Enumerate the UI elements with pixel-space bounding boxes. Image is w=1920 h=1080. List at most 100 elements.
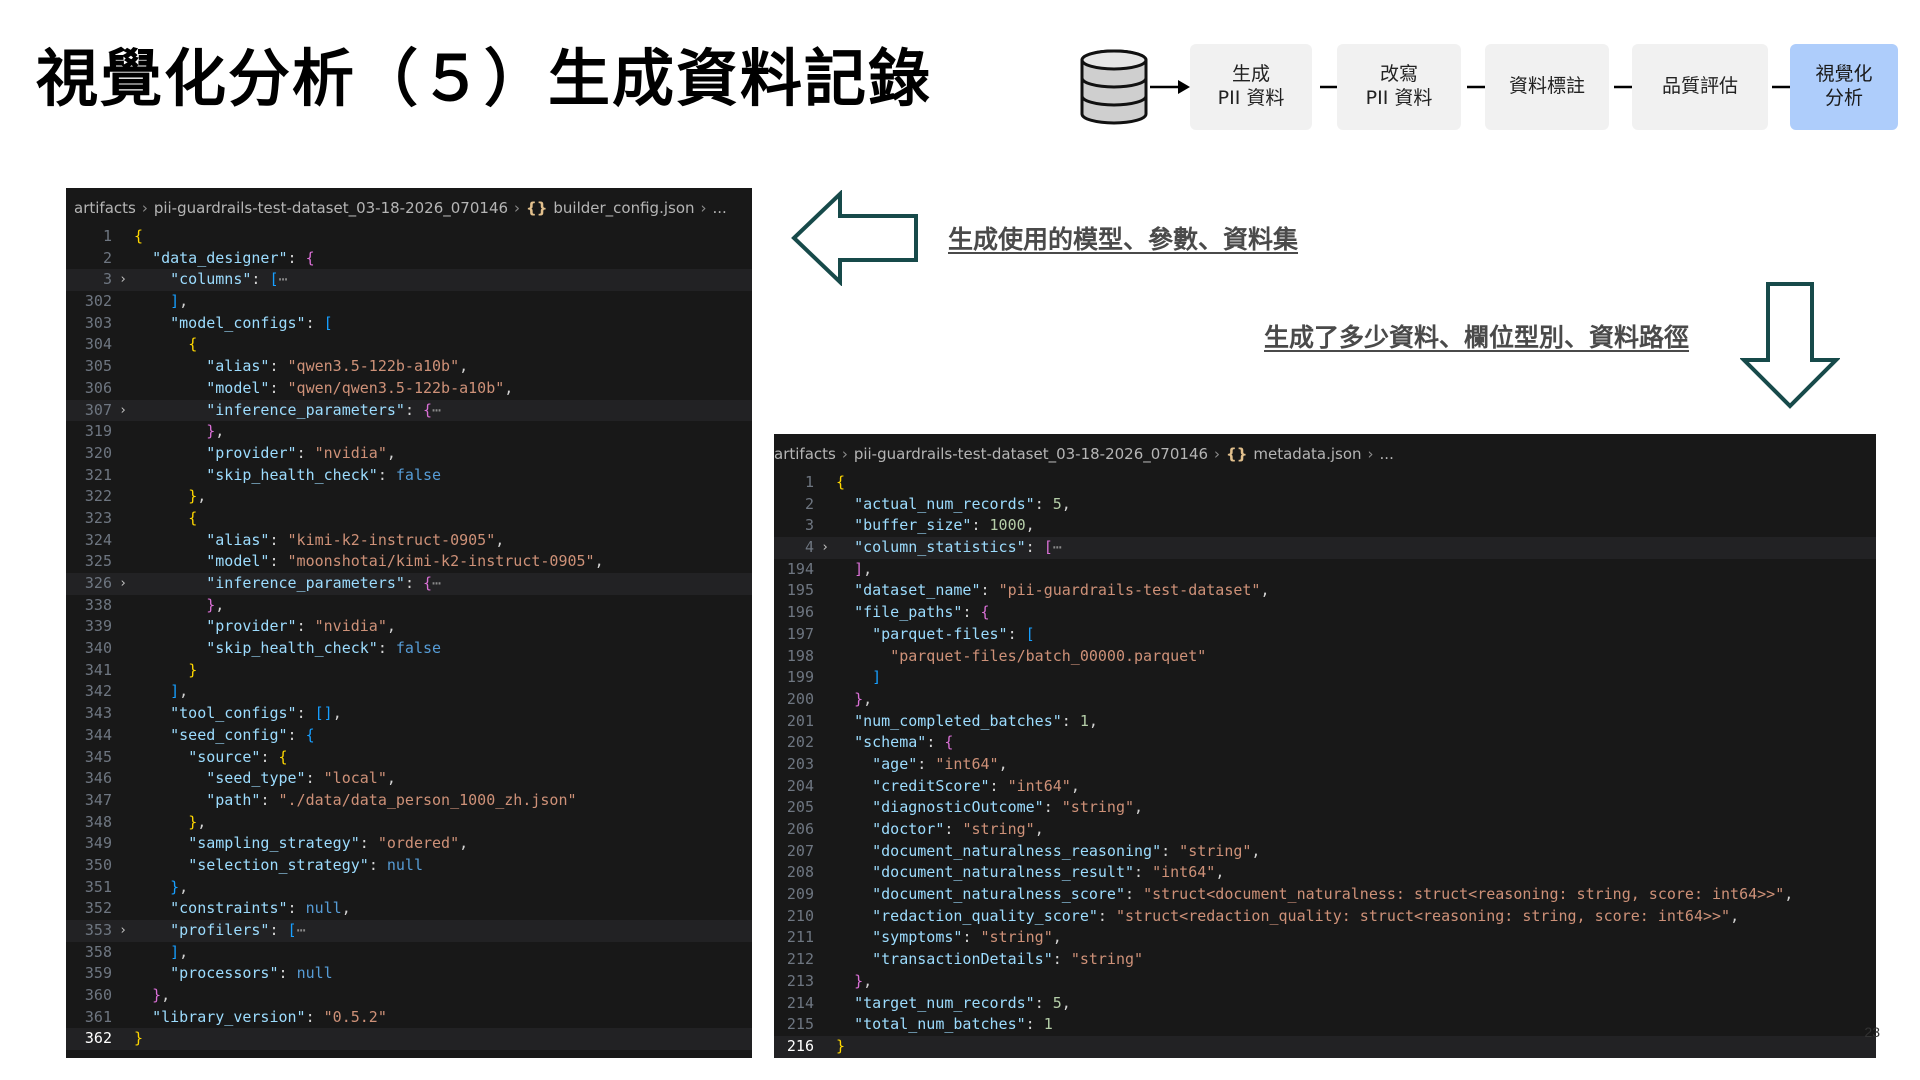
code-editor[interactable]: 1{2 "actual_num_records": 5, 3 "buffer_si… <box>774 472 1876 1058</box>
code-line[interactable]: 353 › "profilers": [⋯ <box>66 920 752 942</box>
breadcrumb-file[interactable]: builder_config.json <box>553 199 694 217</box>
code-line[interactable]: 200 }, <box>774 689 1876 711</box>
code-text: "creditScore": "int64", <box>836 776 1080 798</box>
code-line[interactable]: 344 "seed_config": { <box>66 725 752 747</box>
code-token: "qwen3.5-122b-a10b" <box>287 357 460 376</box>
code-token: 5 <box>1052 993 1062 1012</box>
code-line[interactable]: 210 "redaction_quality_score": "struct<r… <box>774 906 1876 928</box>
breadcrumb-more[interactable]: ... <box>1380 445 1394 463</box>
code-line[interactable]: 214 "target_num_records": 5, <box>774 993 1876 1015</box>
code-token: : <box>287 899 306 918</box>
code-line[interactable]: 202 "schema": { <box>774 732 1876 754</box>
code-line[interactable]: 3 › "columns": [⋯ <box>66 269 752 292</box>
code-line[interactable]: 215 "total_num_batches": 1 <box>774 1014 1876 1036</box>
code-token: "./data/data_person_1000_zh.json" <box>278 790 577 809</box>
code-line[interactable]: 358 ], <box>66 942 752 964</box>
code-line[interactable]: 359 "processors": null <box>66 963 752 985</box>
code-line[interactable]: 203 "age": "int64", <box>774 754 1876 776</box>
code-line[interactable]: 2 "actual_num_records": 5, <box>774 494 1876 516</box>
line-number: 3 <box>804 516 814 535</box>
code-line[interactable]: 343 "tool_configs": [], <box>66 703 752 725</box>
fold-chevron-icon[interactable]: › <box>112 400 134 422</box>
breadcrumb-folder[interactable]: pii-guardrails-test-dataset_03-18-2026_0… <box>154 199 508 217</box>
code-line[interactable]: 325 "model": "moonshotai/kimi-k2-instruc… <box>66 551 752 573</box>
code-line[interactable]: 324 "alias": "kimi-k2-instruct-0905", <box>66 530 752 552</box>
code-line[interactable]: 1{ <box>774 472 1876 494</box>
code-line[interactable]: 350 "selection_strategy": null <box>66 855 752 877</box>
code-line[interactable]: 319 }, <box>66 421 752 443</box>
code-line[interactable]: 1{ <box>66 226 752 248</box>
code-line[interactable]: 339 "provider": "nvidia", <box>66 616 752 638</box>
fold-gutter <box>112 616 134 638</box>
code-line[interactable]: 213 }, <box>774 971 1876 993</box>
breadcrumb-root[interactable]: artifacts <box>774 445 836 463</box>
code-line[interactable]: 338 }, <box>66 595 752 617</box>
code-line[interactable]: 342 ], <box>66 681 752 703</box>
code-line[interactable]: 207 "document_naturalness_reasoning": "s… <box>774 841 1876 863</box>
breadcrumb-root[interactable]: artifacts <box>74 199 136 217</box>
fold-gutter <box>112 1028 134 1050</box>
code-line[interactable]: 201 "num_completed_batches": 1, <box>774 711 1876 733</box>
code-line[interactable]: 323 { <box>66 508 752 530</box>
code-line[interactable]: 362} <box>66 1028 752 1051</box>
code-line[interactable]: 2 "data_designer": { <box>66 248 752 270</box>
code-line[interactable]: 303 "model_configs": [ <box>66 313 752 335</box>
code-line[interactable]: 212 "transactionDetails": "string" <box>774 949 1876 971</box>
code-token: : <box>260 790 279 809</box>
fold-chevron-icon[interactable]: › <box>112 573 134 595</box>
code-line[interactable]: 322 }, <box>66 486 752 508</box>
fold-chevron-icon[interactable]: › <box>112 920 134 942</box>
code-line[interactable]: 307 › "inference_parameters": {⋯ <box>66 399 752 422</box>
code-line[interactable]: 361 "library_version": "0.5.2" <box>66 1007 752 1029</box>
code-line[interactable]: 345 "source": { <box>66 747 752 769</box>
code-line[interactable]: 208 "document_naturalness_result": "int6… <box>774 862 1876 884</box>
code-line[interactable]: 320 "provider": "nvidia", <box>66 443 752 465</box>
code-line[interactable]: 197 "parquet-files": [ <box>774 624 1876 646</box>
fold-chevron-icon[interactable]: › <box>814 537 836 559</box>
code-token: : <box>962 928 981 947</box>
code-line[interactable]: 321 "skip_health_check": false <box>66 465 752 487</box>
code-line[interactable]: 347 "path": "./data/data_person_1000_zh.… <box>66 790 752 812</box>
code-line[interactable]: 199 ] <box>774 667 1876 689</box>
code-line[interactable]: 351 }, <box>66 877 752 899</box>
code-line[interactable]: 304 { <box>66 334 752 356</box>
code-line[interactable]: 194 ], <box>774 559 1876 581</box>
code-token: "skip_health_check" <box>206 465 378 484</box>
code-line[interactable]: 196 "file_paths": { <box>774 602 1876 624</box>
code-line[interactable]: 305 "alias": "qwen3.5-122b-a10b", <box>66 356 752 378</box>
code-token: , <box>863 971 873 990</box>
code-text: "parquet-files": [ <box>836 624 1035 646</box>
code-line[interactable]: 209 "document_naturalness_score": "struc… <box>774 884 1876 906</box>
code-line[interactable]: 198 "parquet-files/batch_00000.parquet" <box>774 646 1876 668</box>
code-line[interactable]: 302 ], <box>66 291 752 313</box>
breadcrumb-file[interactable]: metadata.json <box>1253 445 1361 463</box>
code-line[interactable]: 204 "creditScore": "int64", <box>774 776 1876 798</box>
code-line[interactable]: 346 "seed_type": "local", <box>66 768 752 790</box>
code-line[interactable]: 326 › "inference_parameters": {⋯ <box>66 573 752 595</box>
code-line[interactable]: 306 "model": "qwen/qwen3.5-122b-a10b", <box>66 378 752 400</box>
breadcrumb-folder[interactable]: pii-guardrails-test-dataset_03-18-2026_0… <box>854 445 1208 463</box>
code-line[interactable]: 352 "constraints": null, <box>66 898 752 920</box>
code-token: : <box>1052 950 1071 969</box>
code-editor[interactable]: 1{2 "data_designer": {3 › "columns": [⋯ 30… <box>66 226 752 1051</box>
fold-chevron-icon[interactable]: › <box>112 269 134 291</box>
code-line[interactable]: 340 "skip_health_check": false <box>66 638 752 660</box>
code-line[interactable]: 4 › "column_statistics": [⋯ <box>774 537 1876 559</box>
code-line[interactable]: 216} <box>774 1035 1876 1058</box>
code-line[interactable]: 348 }, <box>66 812 752 834</box>
line-number: 307 <box>84 400 112 419</box>
line-number: 351 <box>84 877 112 896</box>
code-line[interactable]: 349 "sampling_strategy": "ordered", <box>66 833 752 855</box>
code-line[interactable]: 211 "symptoms": "string", <box>774 927 1876 949</box>
fold-gutter <box>112 465 134 487</box>
breadcrumb-more[interactable]: ... <box>713 199 727 217</box>
code-line[interactable]: 205 "diagnosticOutcome": "string", <box>774 797 1876 819</box>
code-line[interactable]: 341 } <box>66 660 752 682</box>
line-number: 362 <box>84 1029 112 1048</box>
code-line[interactable]: 360 }, <box>66 985 752 1007</box>
code-line[interactable]: 195 "dataset_name": "pii-guardrails-test… <box>774 580 1876 602</box>
code-line[interactable]: 206 "doctor": "string", <box>774 819 1876 841</box>
line-number: 196 <box>786 603 814 622</box>
code-line[interactable]: 3 "buffer_size": 1000, <box>774 515 1876 537</box>
